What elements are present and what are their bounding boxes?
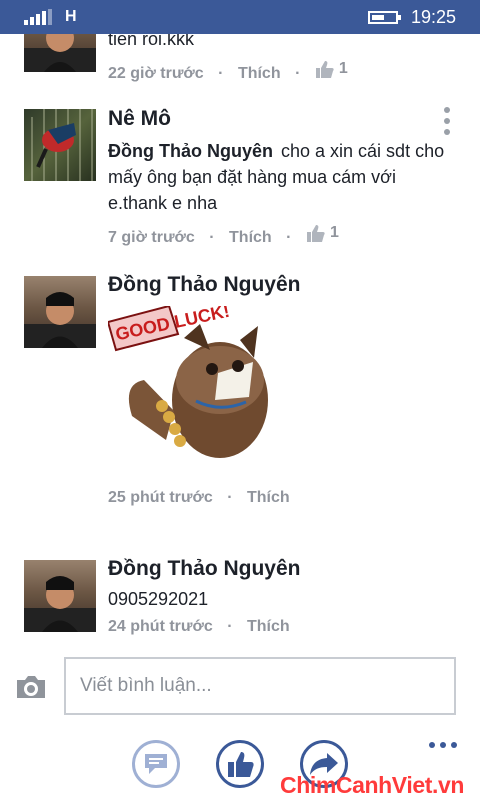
separator-dot: · [218,65,224,82]
thumbs-up-icon [228,752,254,777]
comment-meta: 22 giờ trước · Thích · 1 [108,58,456,82]
avatar[interactable] [24,276,96,348]
avatar[interactable] [24,34,96,72]
mention-link[interactable]: Đồng Thảo Nguyên [108,141,273,161]
comment-composer: ChimCanhViet.vn [0,644,480,800]
separator-dot: · [227,489,233,506]
comment-time: 22 giờ trước [108,65,204,82]
avatar[interactable] [24,109,96,181]
comment-author[interactable]: Đồng Thảo Nguyên [108,272,456,298]
comment-text: tiền rồi.kkk [108,34,195,49]
like-count[interactable]: 1 [306,222,339,244]
like-button[interactable]: Thích [247,489,290,506]
like-action-button[interactable] [216,740,264,788]
battery-icon [368,11,401,24]
separator-dot: · [286,229,292,246]
comment-meta: 25 phút trước · Thích [108,487,456,509]
comment-time: 25 phút trước [108,489,213,506]
separator-dot: · [295,65,301,82]
comment-author[interactable]: Nê Mô [108,106,456,132]
watermark: ChimCanhViet.vn [280,772,464,798]
like-count[interactable]: 1 [315,58,348,80]
like-button[interactable]: Thích [229,229,272,246]
more-options-icon[interactable] [442,106,452,136]
comment-button[interactable] [132,740,180,788]
comment-meta: 7 giờ trước · Thích · 1 [108,222,456,246]
avatar[interactable] [24,560,96,632]
person-icon [24,576,96,632]
status-bar: H 19:25 [0,0,480,34]
comment-item: tiền rồi.kkk 22 giờ trước · Thích · 1 [0,34,480,108]
camera-icon[interactable] [14,674,48,700]
sticker-text-good: GOOD LUCK! [114,306,232,344]
clock: 19:25 [411,7,457,27]
comment-text: 0905292021 [108,589,209,609]
person-icon [24,34,96,72]
person-icon [24,292,96,348]
comment-feed[interactable]: tiền rồi.kkk 22 giờ trước · Thích · 1 Nê… [0,34,480,644]
network-type: H [65,8,77,25]
thumbs-up-icon [315,61,334,78]
more-icon[interactable] [428,740,458,750]
comment-item: Nê Mô Đồng Thảo Nguyên cho a xin cái sdt … [0,106,480,246]
comment-item: Đồng Thảo Nguyên GOOD LUCK! 25 phút trướ… [0,272,480,532]
sticker-image[interactable]: GOOD LUCK! [106,301,288,474]
signal-strength-icon [24,9,54,25]
comment-icon [145,754,167,774]
separator-dot: · [209,229,215,246]
like-count-value: 1 [329,224,339,241]
thumbs-up-icon [306,225,325,242]
comment-author[interactable]: Đồng Thảo Nguyên [108,556,456,582]
separator-dot: · [227,618,233,635]
like-button[interactable]: Thích [247,618,290,635]
like-button[interactable]: Thích [238,65,281,82]
comment-meta: 24 phút trước · Thích [108,616,456,638]
bird-icon [31,109,93,181]
comment-time: 7 giờ trước [108,229,195,246]
comment-time: 24 phút trước [108,618,213,635]
comment-item: Đồng Thảo Nguyên 0905292021 24 phút trướ… [0,556,480,644]
comment-text: Đồng Thảo Nguyên cho a xin cái sdt cho mấ… [108,138,456,216]
like-count-value: 1 [338,60,348,77]
comment-input[interactable] [64,657,456,715]
